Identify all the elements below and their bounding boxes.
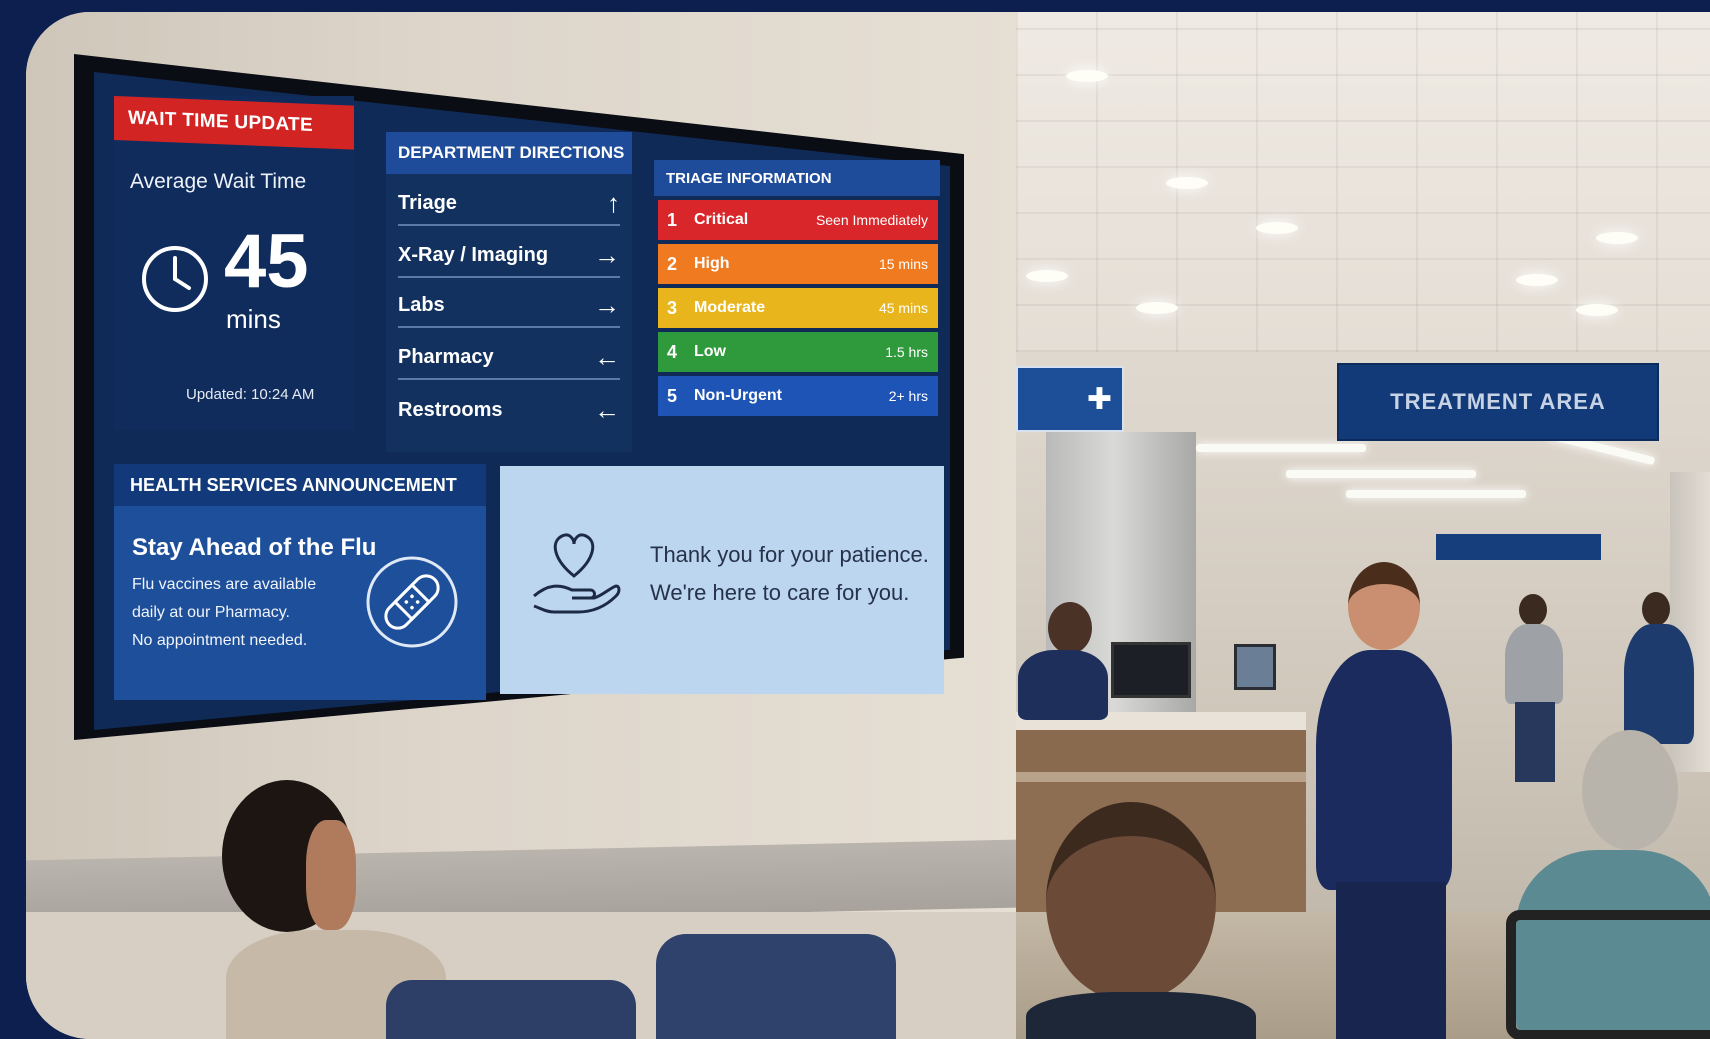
thank-you-panel: Thank you for your patience. We're here … xyxy=(500,466,944,694)
direction-row: Labs → xyxy=(398,284,620,328)
arrow-left-icon: ← xyxy=(594,341,620,372)
triage-information-panel: TRIAGE INFORMATION 1 Critical Seen Immed… xyxy=(654,160,940,436)
triage-level-name: Non-Urgent xyxy=(694,387,782,404)
triage-level-number: 5 xyxy=(666,385,677,406)
announcement-line: Flu vaccines are available xyxy=(132,576,317,593)
triage-row: 1 Critical Seen Immediately xyxy=(658,200,938,240)
direction-label: Labs xyxy=(398,293,445,316)
photo-frame: ✚ TREATMENT AREA WAIT TIME UPDATE Averag… xyxy=(26,12,1710,1039)
bandage-icon xyxy=(366,556,458,648)
triage-row: 3 Moderate 45 mins xyxy=(658,288,938,328)
triage-row: 2 High 15 mins xyxy=(658,244,938,284)
wait-time-panel: WAIT TIME UPDATE Average Wait Time 45 mi… xyxy=(114,96,354,430)
wait-time-unit: mins xyxy=(226,304,281,334)
triage-level-name: High xyxy=(694,255,730,272)
care-line: We're here to care for you. xyxy=(650,580,910,605)
direction-label: Restrooms xyxy=(398,398,503,421)
waiting-chair xyxy=(656,934,896,1039)
hospital-corridor: ✚ TREATMENT AREA xyxy=(1016,12,1710,1039)
direction-row: Restrooms ← xyxy=(398,388,620,432)
monitor xyxy=(1234,644,1276,690)
waiting-chair xyxy=(386,980,636,1039)
direction-label: X-Ray / Imaging xyxy=(398,243,549,266)
plus-icon: ✚ xyxy=(1086,382,1112,416)
triage-level-number: 3 xyxy=(666,297,677,318)
ceiling xyxy=(1016,12,1710,352)
triage-wait-time: 45 mins xyxy=(878,300,928,316)
triage-level-number: 4 xyxy=(666,341,677,362)
department-directions-panel: DEPARTMENT DIRECTIONS Triage ↑ X-Ray / I… xyxy=(386,132,632,452)
triage-row: 5 Non-Urgent 2+ hrs xyxy=(658,376,938,416)
thank-you-line: Thank you for your patience. xyxy=(650,542,929,567)
triage-wait-time: 2+ hrs xyxy=(888,388,928,404)
heart-hand-icon xyxy=(533,533,621,614)
direction-label: Pharmacy xyxy=(398,345,494,368)
triage-wait-time: 1.5 hrs xyxy=(885,344,928,360)
distant-sign xyxy=(1436,534,1601,560)
direction-row: Pharmacy ← xyxy=(398,336,620,380)
wait-time-header: WAIT TIME UPDATE xyxy=(114,96,354,150)
announcement-line: daily at our Pharmacy. xyxy=(132,604,290,621)
announcement-header: HEALTH SERVICES ANNOUNCEMENT xyxy=(114,464,486,506)
triage-wait-time: Seen Immediately xyxy=(815,212,928,228)
triage-level-name: Critical xyxy=(694,211,749,228)
treatment-area-sign: TREATMENT AREA xyxy=(1337,363,1659,441)
directional-sign: ✚ xyxy=(1016,366,1124,432)
triage-row: 4 Low 1.5 hrs xyxy=(658,332,938,372)
triage-wait-time: 15 mins xyxy=(878,256,928,272)
direction-row: Triage ↑ xyxy=(398,182,620,226)
wait-time-updated: Updated: 10:24 AM xyxy=(186,386,315,403)
triage-level-name: Low xyxy=(694,343,726,360)
health-announcement-panel: HEALTH SERVICES ANNOUNCEMENT Stay Ahead … xyxy=(114,464,486,700)
arrow-up-icon: ↑ xyxy=(607,187,620,218)
wait-time-label: Average Wait Time xyxy=(130,170,307,193)
arrow-right-icon: → xyxy=(594,289,620,320)
triage-level-number: 2 xyxy=(666,253,677,274)
monitor xyxy=(1111,642,1191,698)
department-directions-header: DEPARTMENT DIRECTIONS xyxy=(386,132,632,174)
arrow-left-icon: ← xyxy=(594,394,620,425)
wait-time-value: 45 xyxy=(224,219,309,304)
triage-header: TRIAGE INFORMATION xyxy=(654,160,940,196)
arrow-right-icon: → xyxy=(594,239,620,270)
announcement-line: No appointment needed. xyxy=(132,632,308,649)
clock-icon xyxy=(142,246,208,312)
triage-level-number: 1 xyxy=(666,209,677,230)
triage-level-name: Moderate xyxy=(694,299,766,316)
announcement-title: Stay Ahead of the Flu xyxy=(132,534,377,561)
direction-label: Triage xyxy=(398,191,457,214)
direction-row: X-Ray / Imaging → xyxy=(398,234,620,278)
